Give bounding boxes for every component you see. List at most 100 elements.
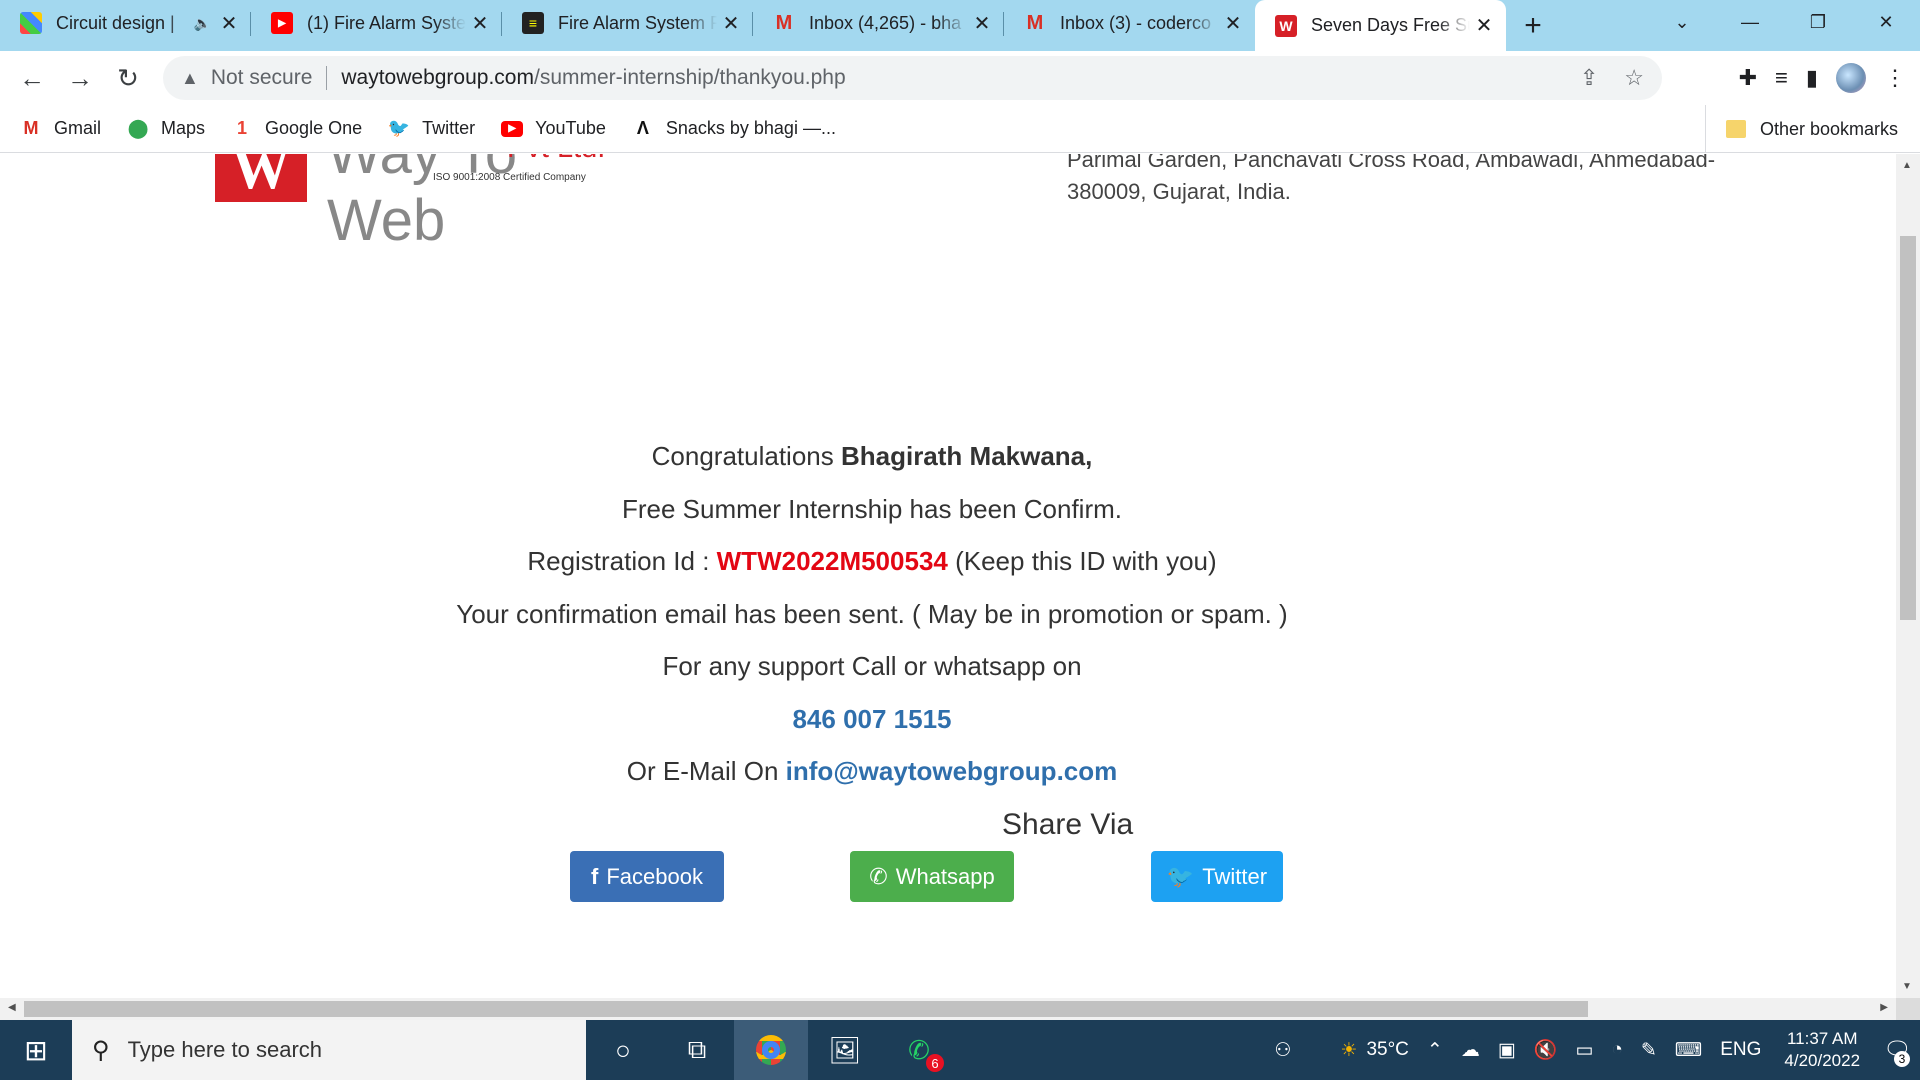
share-icon[interactable]: ⇪ xyxy=(1580,65,1598,91)
bookmark-label: Google One xyxy=(265,118,363,138)
address-line: Parimal Garden, Panchavati Cross Road, A… xyxy=(1067,154,1716,172)
restore-button[interactable]: ❐ xyxy=(1784,0,1852,44)
reload-button[interactable]: ↻ xyxy=(104,54,152,102)
grid-icon xyxy=(20,12,42,34)
tab-title: Seven Days Free Su xyxy=(1311,15,1470,35)
volume-muted-icon[interactable]: 🔇 xyxy=(1534,1038,1558,1062)
horizontal-scroll-thumb[interactable] xyxy=(24,1001,1588,1017)
temperature[interactable]: 35°C xyxy=(1366,1039,1408,1061)
tab-title: Circuit design | xyxy=(56,12,175,33)
registration-id: WTW2022M500534 xyxy=(716,546,948,576)
wifi-icon[interactable]: ◔ xyxy=(1611,1039,1622,1061)
phone-link[interactable]: 846 007 1515 xyxy=(792,704,951,734)
close-tab-icon[interactable]: ✕ xyxy=(470,13,490,35)
logo-iso-text: ISO 9001:2008 Certified Company xyxy=(433,172,586,183)
scroll-up-arrow[interactable]: ▲ xyxy=(1902,160,1912,171)
tab-search-icon[interactable]: ⌄ xyxy=(1648,0,1716,44)
bookmark-gmail[interactable]: M Gmail xyxy=(20,118,102,140)
notification-badge: 3 xyxy=(1894,1051,1910,1067)
warning-icon[interactable]: ▲ xyxy=(181,68,199,89)
facebook-share-button[interactable]: f Facebook xyxy=(570,851,724,902)
meet-icon[interactable]: ▣ xyxy=(1498,1039,1516,1062)
new-tab-button[interactable]: + xyxy=(1512,5,1554,47)
youtube-icon: ▶ xyxy=(501,120,524,137)
language-indicator[interactable]: ENG xyxy=(1720,1039,1761,1061)
horizontal-scrollbar[interactable]: ◀ ▶ xyxy=(0,998,1896,1020)
bookmark-google-one[interactable]: 1 Google One xyxy=(231,118,362,140)
bookmark-label: YouTube xyxy=(535,118,606,138)
twitter-share-button[interactable]: 🐦 Twitter xyxy=(1151,851,1283,902)
tab-inbox-bha[interactable]: M Inbox (4,265) - bha ✕ xyxy=(753,2,1004,44)
url-host[interactable]: waytowebgroup.com xyxy=(341,66,534,90)
vertical-scrollbar[interactable]: ▲ ▼ xyxy=(1896,154,1920,998)
tab-inbox-coderco[interactable]: M Inbox (3) - coderco ✕ xyxy=(1004,2,1255,44)
close-tab-icon[interactable]: ✕ xyxy=(1223,13,1243,35)
battery-icon[interactable]: ▭ xyxy=(1575,1039,1593,1062)
chevron-up-icon[interactable]: ⌃ xyxy=(1427,1039,1443,1062)
congrats-line: Congratulations Bhagirath Makwana, xyxy=(651,441,1093,471)
bookmark-label: Snacks by bhagi —... xyxy=(665,118,836,138)
logo-pvt-text: Pvt Ltd. xyxy=(507,154,605,165)
bookmark-youtube[interactable]: ▶ YouTube xyxy=(501,118,606,139)
pen-icon[interactable]: ✎ xyxy=(1641,1039,1657,1062)
url-path[interactable]: /summer-internship/thankyou.php xyxy=(534,66,846,90)
user-name: Bhagirath Makwana, xyxy=(840,441,1093,471)
address-bar[interactable]: ▲ Not secure waytowebgroup.com/summer-in… xyxy=(163,56,1662,100)
email-link[interactable]: info@waytowebgroup.com xyxy=(786,756,1118,786)
scroll-left-arrow[interactable]: ◀ xyxy=(8,1002,16,1013)
company-logo[interactable]: W Way To Web Pvt Ltd. ISO 9001:2008 Cert… xyxy=(215,154,615,253)
taskbar-search[interactable]: ⚲ Type here to search xyxy=(72,1020,586,1080)
minimize-button[interactable]: — xyxy=(1716,0,1784,44)
extensions-icon[interactable]: ✚ xyxy=(1739,65,1757,91)
company-address: Parimal Garden, Panchavati Cross Road, A… xyxy=(1067,154,1787,208)
bookmark-snacks[interactable]: Λ Snacks by bhagi —... xyxy=(632,118,836,140)
chrome-icon[interactable] xyxy=(734,1020,808,1080)
tab-title: (1) Fire Alarm Syste xyxy=(307,12,466,33)
scroll-right-arrow[interactable]: ▶ xyxy=(1880,1002,1888,1013)
menu-icon[interactable]: ⋮ xyxy=(1884,65,1906,91)
forward-button[interactable]: → xyxy=(56,54,104,102)
whatsapp-taskbar-icon[interactable]: ✆ 6 xyxy=(882,1020,956,1080)
close-tab-icon[interactable]: ✕ xyxy=(219,13,239,35)
notification-icon[interactable]: 🗨 3 xyxy=(1883,1037,1911,1067)
system-tray: ⚇ ☀ 35°C ⌃ ☁ ▣ 🔇 ▭ ◔ ✎ ⌨ ENG 11:37 AM 4/… xyxy=(1265,1020,1920,1080)
tab-title: Fire Alarm System F xyxy=(558,12,717,33)
vertical-scroll-thumb[interactable] xyxy=(1900,236,1916,620)
app-icon[interactable]: 🖼 xyxy=(808,1020,882,1080)
start-button[interactable]: ⊞ xyxy=(0,1020,72,1080)
bookmark-maps[interactable]: ⬤ Maps xyxy=(127,118,205,140)
whatsapp-share-button[interactable]: ✆ Whatsapp xyxy=(850,851,1014,902)
scroll-down-arrow[interactable]: ▼ xyxy=(1902,981,1912,992)
snacks-icon: Λ xyxy=(636,118,649,138)
maps-icon: ⬤ xyxy=(127,118,149,138)
profile-avatar[interactable] xyxy=(1836,63,1866,93)
email-line: Or E-Mail On info@waytowebgroup.com xyxy=(626,756,1118,786)
gmail-icon: M xyxy=(23,118,39,138)
close-tab-icon[interactable]: ✕ xyxy=(1474,15,1494,37)
close-window-button[interactable]: ✕ xyxy=(1852,0,1920,44)
people-icon[interactable]: ⚇ xyxy=(1274,1039,1291,1062)
security-label[interactable]: Not secure xyxy=(211,66,313,90)
task-view-icon[interactable]: ⧉ xyxy=(660,1020,734,1080)
clock-date: 4/20/2022 xyxy=(1784,1051,1861,1070)
tab-fire-alarm-doc[interactable]: ≡ Fire Alarm System F ✕ xyxy=(502,2,753,44)
keyboard-icon[interactable]: ⌨ xyxy=(1675,1039,1702,1062)
speaker-icon[interactable]: 🔈 xyxy=(194,15,211,32)
bookmark-star-icon[interactable]: ☆ xyxy=(1624,65,1644,91)
bookmark-twitter[interactable]: 🐦 Twitter xyxy=(388,118,475,140)
cortana-icon[interactable]: ○ xyxy=(586,1020,660,1080)
onedrive-icon[interactable]: ☁ xyxy=(1461,1039,1480,1062)
weather-icon[interactable]: ☀ xyxy=(1340,1039,1357,1062)
other-bookmarks[interactable]: Other bookmarks xyxy=(1704,105,1898,153)
clock[interactable]: 11:37 AM 4/20/2022 xyxy=(1784,1028,1860,1072)
tab-seven-days-free[interactable]: W Seven Days Free Su ✕ xyxy=(1255,0,1506,51)
back-button[interactable]: ← xyxy=(8,54,56,102)
tab-circuit-design[interactable]: Circuit design | 🔈 ✕ xyxy=(0,2,251,44)
close-tab-icon[interactable]: ✕ xyxy=(721,13,741,35)
gmail-icon: M xyxy=(1026,11,1044,34)
folder-icon xyxy=(1725,120,1746,138)
tab-fire-alarm-youtube[interactable]: ▶ (1) Fire Alarm Syste ✕ xyxy=(251,2,502,44)
close-tab-icon[interactable]: ✕ xyxy=(972,13,992,35)
media-control-icon[interactable]: ≡ xyxy=(1775,65,1788,91)
side-panel-icon[interactable]: ▮ xyxy=(1806,65,1818,91)
